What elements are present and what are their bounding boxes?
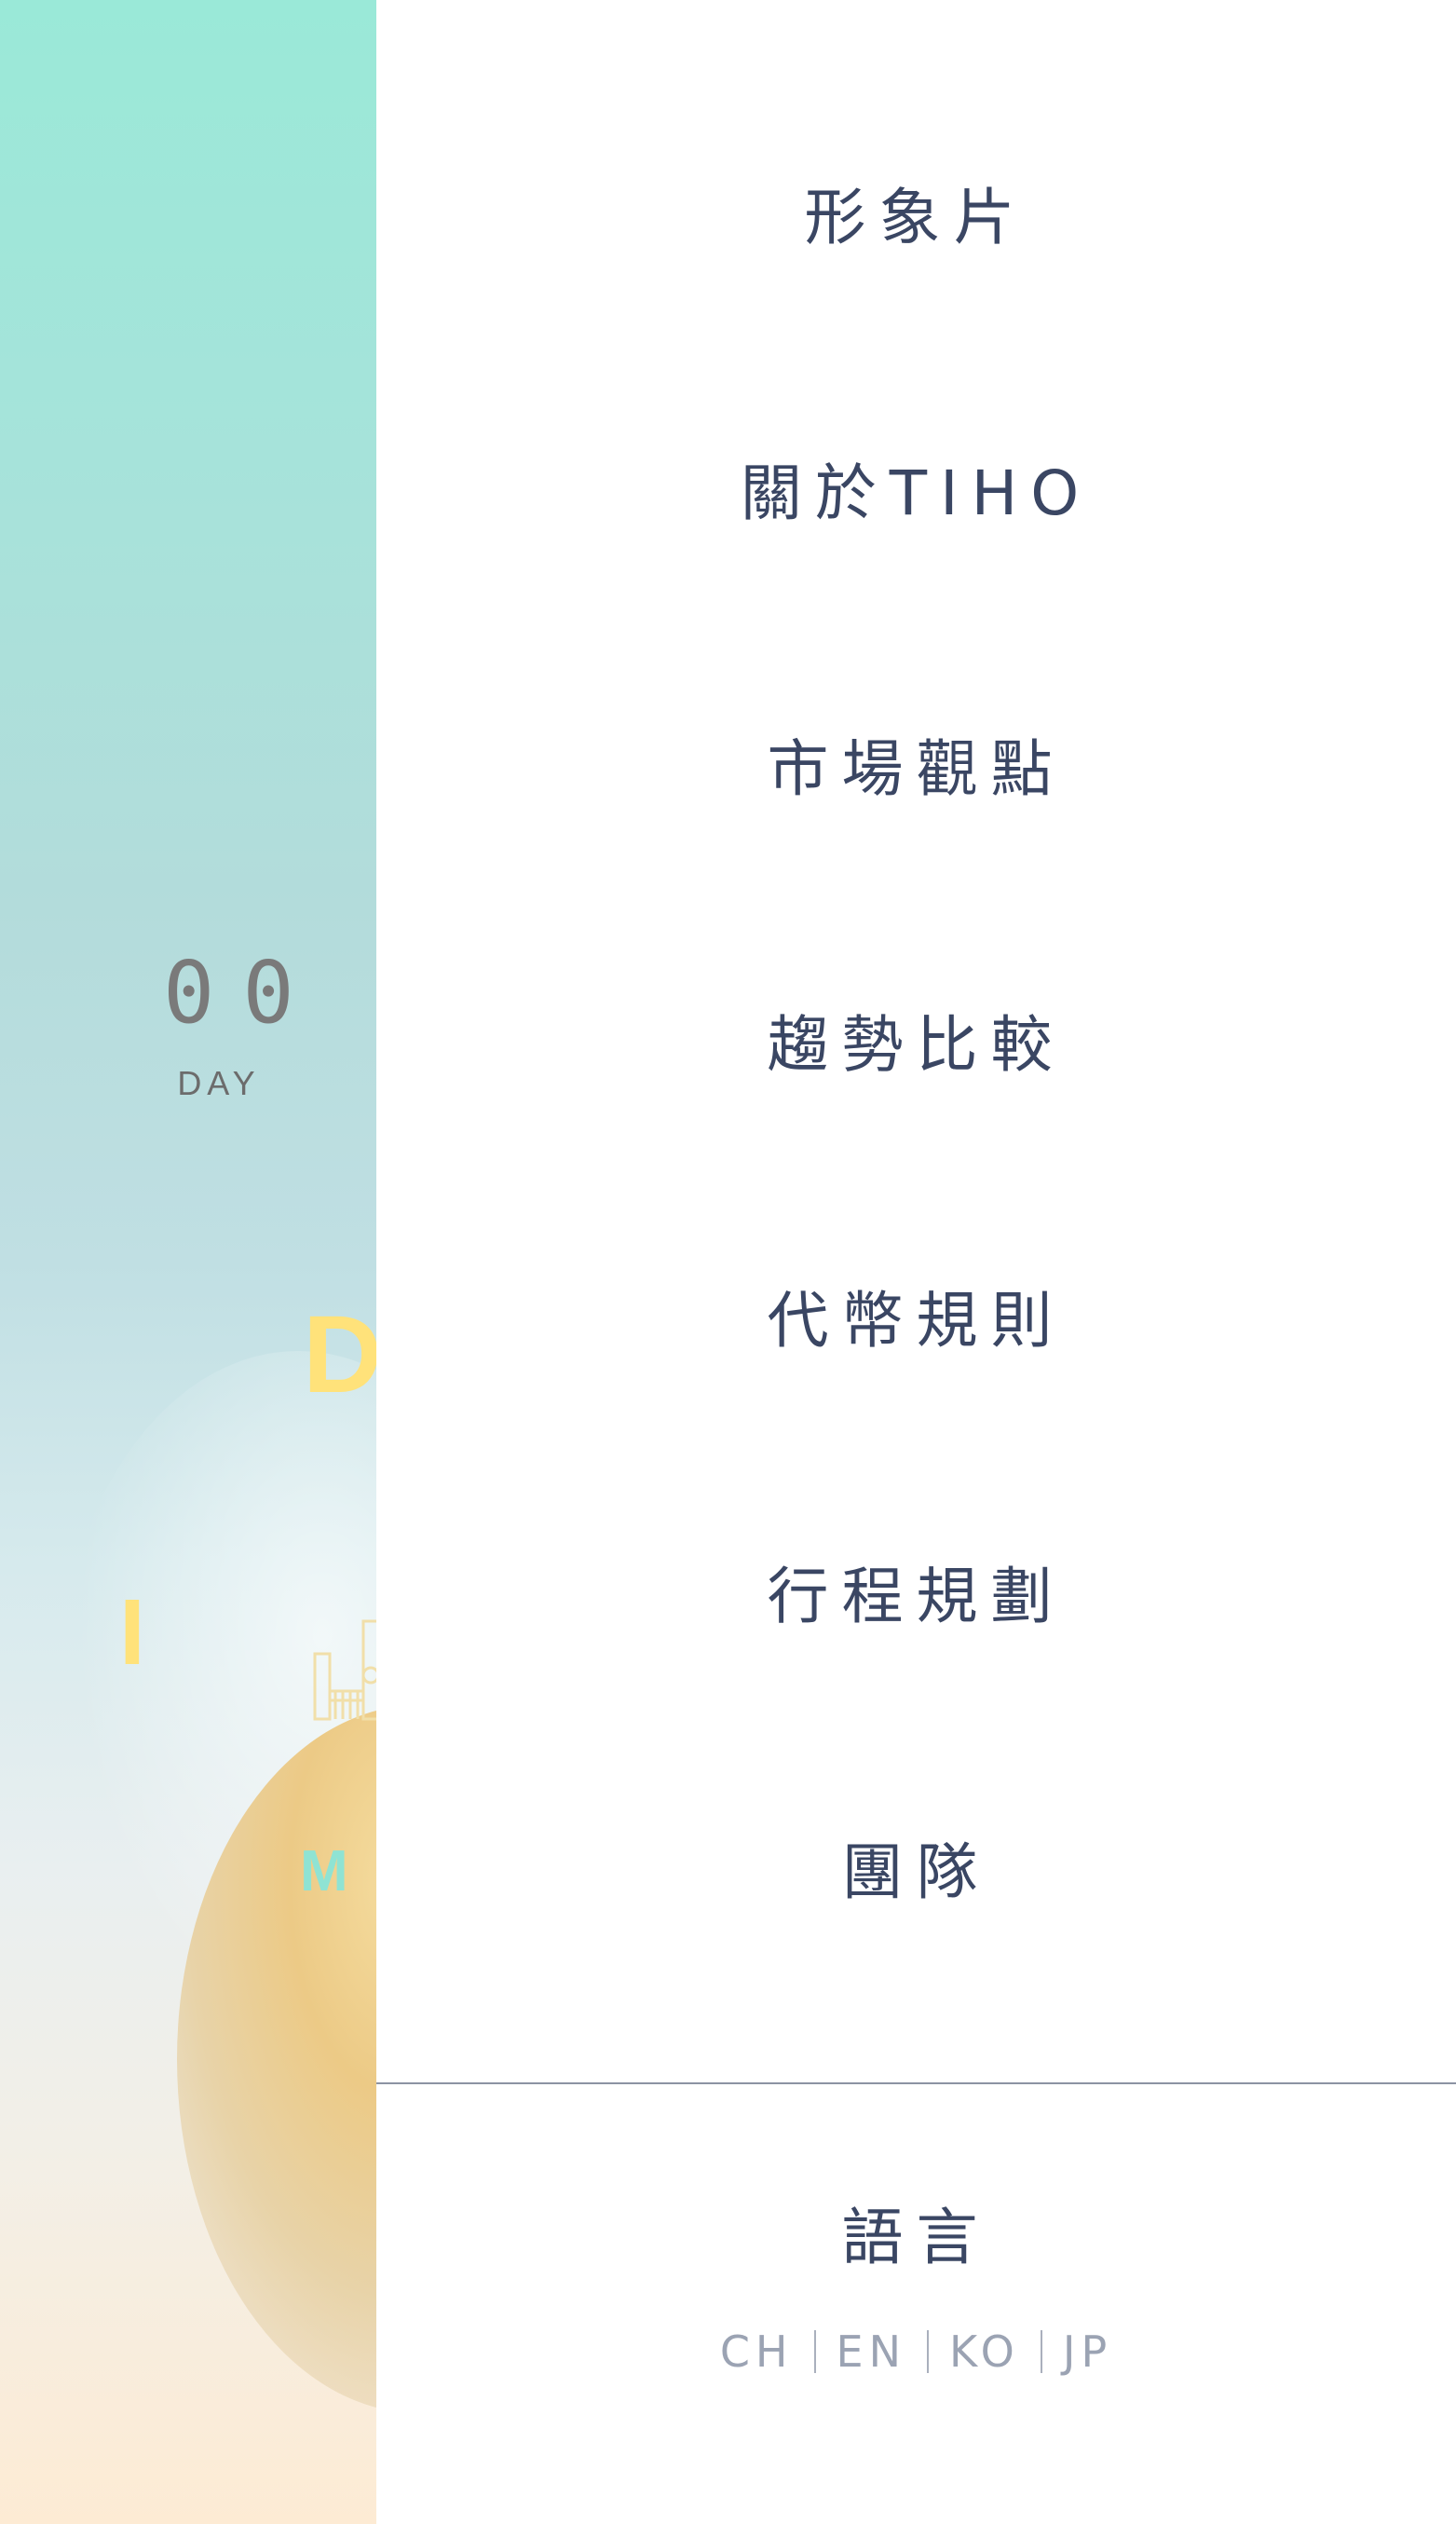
menu-item-market-view[interactable]: 市場觀點 [376, 739, 1456, 800]
language-option-en[interactable]: EN [816, 2326, 927, 2377]
decorative-letter-d: D [303, 1293, 376, 1416]
menu-divider [376, 2082, 1456, 2084]
countdown-unit-label: DAY [177, 1064, 261, 1102]
language-option-jp[interactable]: JP [1042, 2326, 1133, 2377]
menu-item-promo-video[interactable]: 形象片 [376, 187, 1456, 249]
menu-item-token-rules[interactable]: 代幣規則 [376, 1290, 1456, 1352]
language-switcher: CH EN KO JP [376, 2326, 1456, 2377]
language-title: 語言 [841, 2202, 991, 2273]
menu-item-roadmap[interactable]: 行程規劃 [376, 1566, 1456, 1628]
decorative-letter-i: I [119, 1580, 145, 1685]
menu-item-about-tiho[interactable]: 關於TIHO [376, 463, 1456, 525]
navigation-menu: 形象片 關於TIHO 市場觀點 趨勢比較 代幣規則 行程規劃 團隊 語言 CH … [376, 0, 1456, 2524]
countdown-digits: 00 [163, 943, 322, 1043]
language-option-ch[interactable]: CH [700, 2326, 814, 2377]
page: 00 DAY D I M 形象片 關於TIHO 市場觀點 趨勢比較 代幣規則 行… [0, 0, 1456, 2524]
background-panel: 00 DAY D I M [0, 0, 376, 2524]
castle-illustration [313, 1619, 376, 1721]
language-option-ko[interactable]: KO [929, 2326, 1041, 2377]
decorative-letter-m: M [300, 1839, 348, 1903]
countdown-timer: 00 DAY [149, 943, 322, 1103]
menu-item-trend-comparison[interactable]: 趨勢比較 [376, 1015, 1456, 1076]
menu-item-team[interactable]: 團隊 [376, 1842, 1456, 1903]
